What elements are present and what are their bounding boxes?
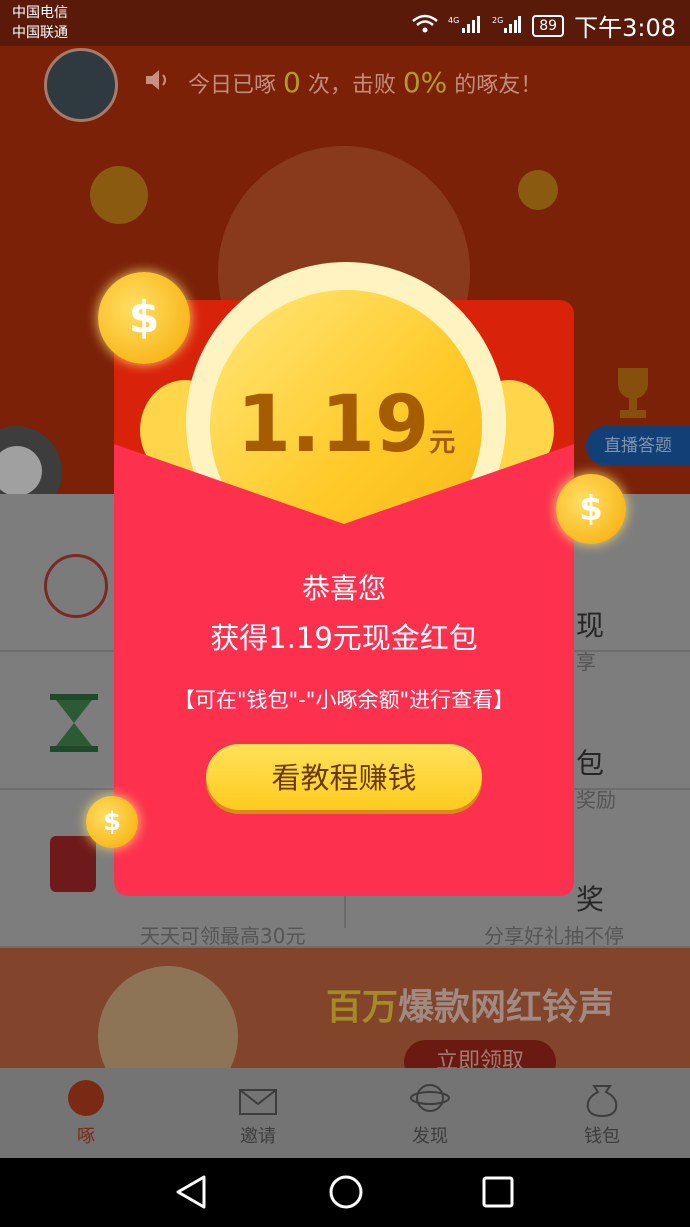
daily-stat: 今日已啄 0 次，击败 0% 的啄友！: [188, 66, 543, 99]
trophy-icon: [590, 362, 676, 436]
yuan-icon: [44, 554, 108, 618]
peck-icon: [66, 1078, 106, 1118]
avatar[interactable]: [44, 48, 118, 122]
carrier-2: 中国联通: [12, 25, 68, 41]
live-quiz-button[interactable]: 直播答题: [586, 426, 690, 466]
dollar-coin-icon: $: [556, 474, 626, 544]
alipay-icon: [50, 836, 96, 892]
menu-r2-title[interactable]: 包: [576, 742, 604, 782]
signal-2g-icon: 2G: [492, 12, 522, 40]
planet-icon: [410, 1078, 450, 1118]
back-icon[interactable]: [174, 1174, 208, 1214]
tab-invite[interactable]: 邀请: [172, 1068, 344, 1158]
menu-r2-sub: 奖励: [576, 788, 616, 812]
speaker-icon: [144, 68, 172, 96]
red-envelope-body: [114, 444, 574, 896]
reward-message: 获得1.19元现金红包: [210, 621, 478, 655]
beat-percent: 0%: [402, 66, 448, 99]
tab-bar: 啄 邀请 发现 钱包: [0, 1068, 690, 1158]
tab-discover[interactable]: 发现: [344, 1068, 516, 1158]
banner-title: 百万爆款网红铃声: [326, 987, 615, 1028]
menu-r3-title[interactable]: 奖: [576, 878, 604, 918]
svg-text:2G: 2G: [492, 16, 503, 25]
menu-r3-left-sub: 天天可领最高30元: [140, 924, 306, 948]
menu-r1-title[interactable]: 现: [576, 604, 604, 644]
dollar-coin-icon: $: [98, 272, 190, 364]
wallet-note: 【可在"钱包"-"小啄余额"进行查看】: [173, 688, 515, 712]
recents-icon[interactable]: [482, 1176, 514, 1212]
envelope-heart-icon: [238, 1078, 278, 1118]
status-bar: 中国电信 中国联通 4G 2G 89 下午3:08: [0, 0, 690, 46]
system-nav-bar: [0, 1158, 690, 1227]
tab-peck[interactable]: 啄: [0, 1068, 172, 1158]
clock: 下午3:08: [574, 14, 676, 42]
wifi-icon: [412, 12, 439, 40]
claim-button[interactable]: 立即领取: [404, 1040, 556, 1068]
tutorial-earn-button[interactable]: 看教程赚钱: [206, 744, 482, 810]
signal-4g-icon: 4G: [448, 12, 482, 40]
status-right: 4G 2G 89 下午3:08: [412, 8, 676, 43]
diamond-badge-left: [90, 166, 148, 224]
mascot-image: [98, 966, 238, 1068]
tab-wallet[interactable]: 钱包: [516, 1068, 688, 1158]
home-icon[interactable]: [328, 1174, 364, 1214]
svg-text:4G: 4G: [448, 16, 459, 25]
menu-r1-sub: 享: [576, 650, 596, 674]
ringtone-banner[interactable]: 百万爆款网红铃声 立即领取: [0, 948, 690, 1068]
battery-indicator: 89: [532, 14, 565, 37]
money-bag-icon: [582, 1078, 622, 1118]
hourglass-icon: [50, 694, 98, 756]
carrier-1: 中国电信: [12, 5, 68, 21]
peck-count: 0: [283, 66, 301, 99]
diamond-badge-right: [518, 170, 558, 210]
congrats-text: 恭喜您: [301, 572, 386, 605]
dollar-coin-icon: $: [86, 796, 138, 848]
menu-r3-right-sub: 分享好礼抽不停: [484, 924, 624, 948]
